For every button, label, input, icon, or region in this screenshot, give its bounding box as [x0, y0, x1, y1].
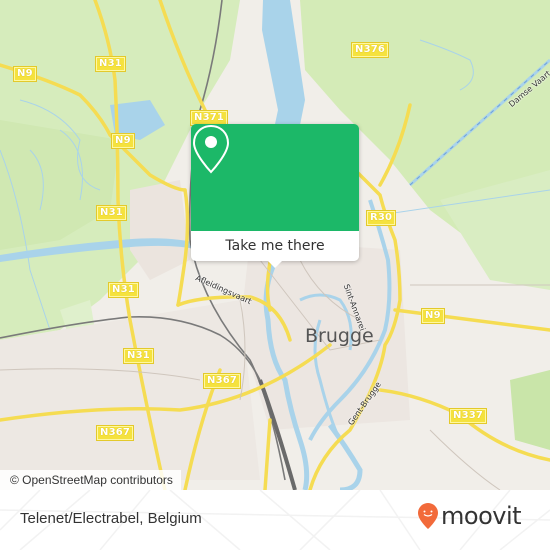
- footer: Telenet/Electrabel, Belgium moovit: [0, 490, 550, 550]
- moovit-pin-icon: [418, 503, 438, 529]
- map-view[interactable]: N9 N31 N9 N31 N371 N376 R30 N31 N31 N367…: [0, 0, 550, 490]
- map-attribution[interactable]: © OpenStreetMap contributors: [0, 470, 181, 490]
- road-label: N376: [350, 42, 390, 58]
- road-label: N31: [123, 348, 154, 364]
- location-popup[interactable]: Take me there: [191, 124, 359, 268]
- road-label: R30: [365, 210, 397, 226]
- road-label: N9: [111, 133, 135, 149]
- road-label: N337: [448, 408, 488, 424]
- road-label: N367: [202, 373, 242, 389]
- road-label: N31: [95, 56, 126, 72]
- popup-pointer: [267, 260, 283, 268]
- popup-header[interactable]: [191, 124, 359, 231]
- take-me-there-button[interactable]: Take me there: [191, 231, 359, 261]
- road-label: N31: [108, 282, 139, 298]
- moovit-wordmark: moovit: [441, 502, 522, 530]
- road-label: N9: [421, 308, 445, 324]
- road-label: N31: [96, 205, 127, 221]
- road-label: N371: [189, 110, 229, 126]
- road-label: N367: [95, 425, 135, 441]
- moovit-logo[interactable]: moovit: [417, 502, 522, 530]
- map-pin-icon: [192, 124, 230, 174]
- location-name: Telenet/Electrabel, Belgium: [20, 510, 202, 527]
- road-label: N9: [13, 66, 37, 82]
